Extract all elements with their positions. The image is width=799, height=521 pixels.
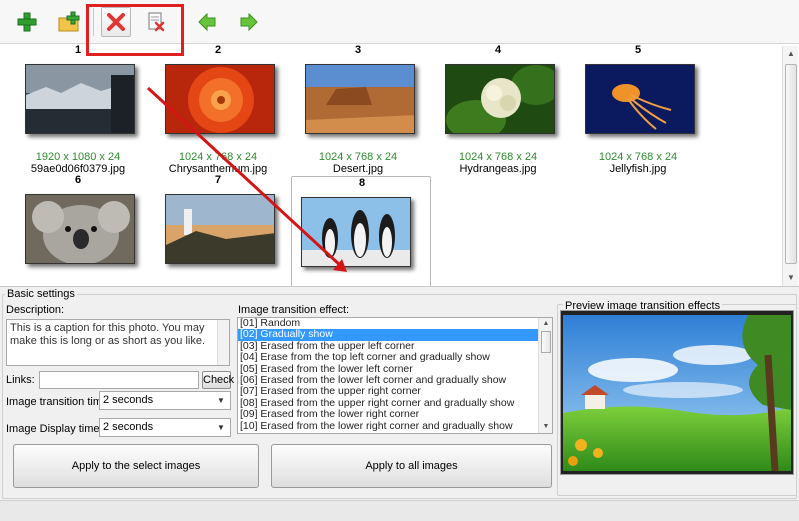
basic-settings-panel: Basic settings Description: This is a ca… (0, 288, 799, 500)
thumbnail-5[interactable]: 5 1024 x 768 x 24 Jellyfish.jpg (568, 44, 708, 175)
thumbnail-2[interactable]: 2 1024 x 768 x 24 Chrysanthemum.jpg (148, 44, 288, 175)
image-gallery: 1 1920 x 1080 x 24 59ae0d06f0379.jpg 2 1… (0, 44, 799, 287)
links-input[interactable] (39, 371, 199, 389)
description-label: Description: (6, 304, 65, 316)
effect-list-item[interactable]: [10] Erased from the lower right corner … (238, 420, 552, 432)
thumbnail-1[interactable]: 1 1920 x 1080 x 24 59ae0d06f0379.jpg (8, 44, 148, 175)
move-right-button[interactable] (234, 7, 264, 37)
toolbar-separator (93, 8, 94, 36)
delete-all-button[interactable] (141, 7, 171, 37)
scroll-down-icon[interactable]: ▼ (783, 270, 799, 286)
status-bar (0, 500, 799, 521)
scroll-thumb[interactable] (785, 64, 797, 264)
thumbnail-image (25, 64, 135, 134)
thumbnail-filename: Jellyfish.jpg (609, 163, 667, 175)
thumbnail-4[interactable]: 4 1024 x 768 x 24 Hydrangeas.jpg (428, 44, 568, 175)
thumbnail-image (445, 64, 555, 134)
preview-image (563, 315, 791, 471)
delete-page-icon (148, 12, 165, 32)
thumbnail-size: 1024 x 768 x 24 (178, 151, 258, 163)
arrow-right-icon (240, 12, 258, 32)
scroll-up-icon[interactable]: ▲ (539, 318, 552, 330)
thumbnail-size: 1024 x 768 x 24 (458, 151, 538, 163)
toolbar (0, 0, 799, 44)
effect-list-scrollbar[interactable]: ▲ ▼ (538, 318, 552, 433)
thumbnail-size: 1024 x 768 x 24 (598, 151, 678, 163)
delete-button[interactable] (101, 7, 131, 37)
description-text: This is a caption for this photo. You ma… (10, 322, 206, 347)
arrow-left-icon (198, 12, 216, 32)
chevron-down-icon: ▼ (217, 396, 225, 405)
check-button[interactable]: Check (202, 371, 234, 389)
display-time-select[interactable]: 2 seconds ▼ (99, 418, 231, 437)
scroll-up-icon[interactable]: ▲ (783, 46, 799, 62)
thumbnail-image (25, 194, 135, 264)
thumbnail-number: 5 (634, 44, 642, 56)
description-scrollbar[interactable] (217, 320, 229, 365)
gallery-scrollbar[interactable]: ▲ ▼ (782, 46, 798, 286)
transition-time-select[interactable]: 2 seconds ▼ (99, 391, 231, 410)
display-time-label: Image Display time: (6, 423, 103, 435)
thumbnail-filename: Desert.jpg (332, 163, 384, 175)
chevron-down-icon: ▼ (217, 423, 225, 432)
thumbnail-image (305, 64, 415, 134)
thumbnail-image (301, 197, 411, 267)
thumbnail-filename: Hydrangeas.jpg (459, 163, 537, 175)
preview-frame (560, 310, 794, 475)
effect-list-item[interactable]: [09] Erased from the lower right corner (238, 408, 552, 420)
effect-list-item[interactable]: [04] Erase from the top left corner and … (238, 351, 552, 363)
transition-effect-list[interactable]: [01] Random [02] Gradually show [03] Erase… (237, 317, 553, 434)
thumbnail-7[interactable]: 7 (148, 174, 288, 284)
settings-title: Basic settings (5, 288, 77, 300)
apply-selected-button[interactable]: Apply to the select images (13, 444, 259, 488)
thumbnail-3[interactable]: 3 1024 x 768 x 24 Desert.jpg (288, 44, 428, 175)
scroll-thumb[interactable] (541, 331, 551, 353)
description-textarea[interactable]: This is a caption for this photo. You ma… (6, 319, 230, 366)
links-label: Links: (6, 374, 35, 386)
effect-label: Image transition effect: (238, 304, 350, 316)
thumbnail-image (585, 64, 695, 134)
thumbnail-image (165, 194, 275, 264)
scroll-down-icon[interactable]: ▼ (539, 421, 552, 433)
transition-time-value: 2 seconds (103, 394, 154, 406)
plus-icon (17, 12, 37, 32)
thumbnail-number: 2 (214, 44, 222, 56)
thumbnail-size: 1024 x 768 x 24 (318, 151, 398, 163)
delete-x-icon (107, 13, 125, 31)
transition-time-label: Image transition time: (6, 396, 112, 408)
folder-add-icon (58, 11, 80, 32)
add-folder-button[interactable] (54, 7, 84, 37)
display-time-value: 2 seconds (103, 421, 154, 433)
thumbnail-number: 7 (214, 174, 222, 186)
add-images-button[interactable] (12, 7, 42, 37)
thumbnail-8[interactable]: 8 (291, 176, 431, 286)
thumbnail-number: 6 (74, 174, 82, 186)
thumbnail-number: 3 (354, 44, 362, 56)
move-left-button[interactable] (192, 7, 222, 37)
effect-items: [01] Random [02] Gradually show [03] Erase… (238, 318, 552, 432)
thumbnail-number: 4 (494, 44, 502, 56)
thumbnail-number: 1 (74, 44, 82, 56)
thumbnail-6[interactable]: 6 (8, 174, 148, 284)
thumbnail-size: 1920 x 1080 x 24 (35, 151, 121, 163)
thumbnail-number: 8 (358, 177, 366, 189)
apply-all-button[interactable]: Apply to all images (271, 444, 552, 488)
thumbnail-image (165, 64, 275, 134)
